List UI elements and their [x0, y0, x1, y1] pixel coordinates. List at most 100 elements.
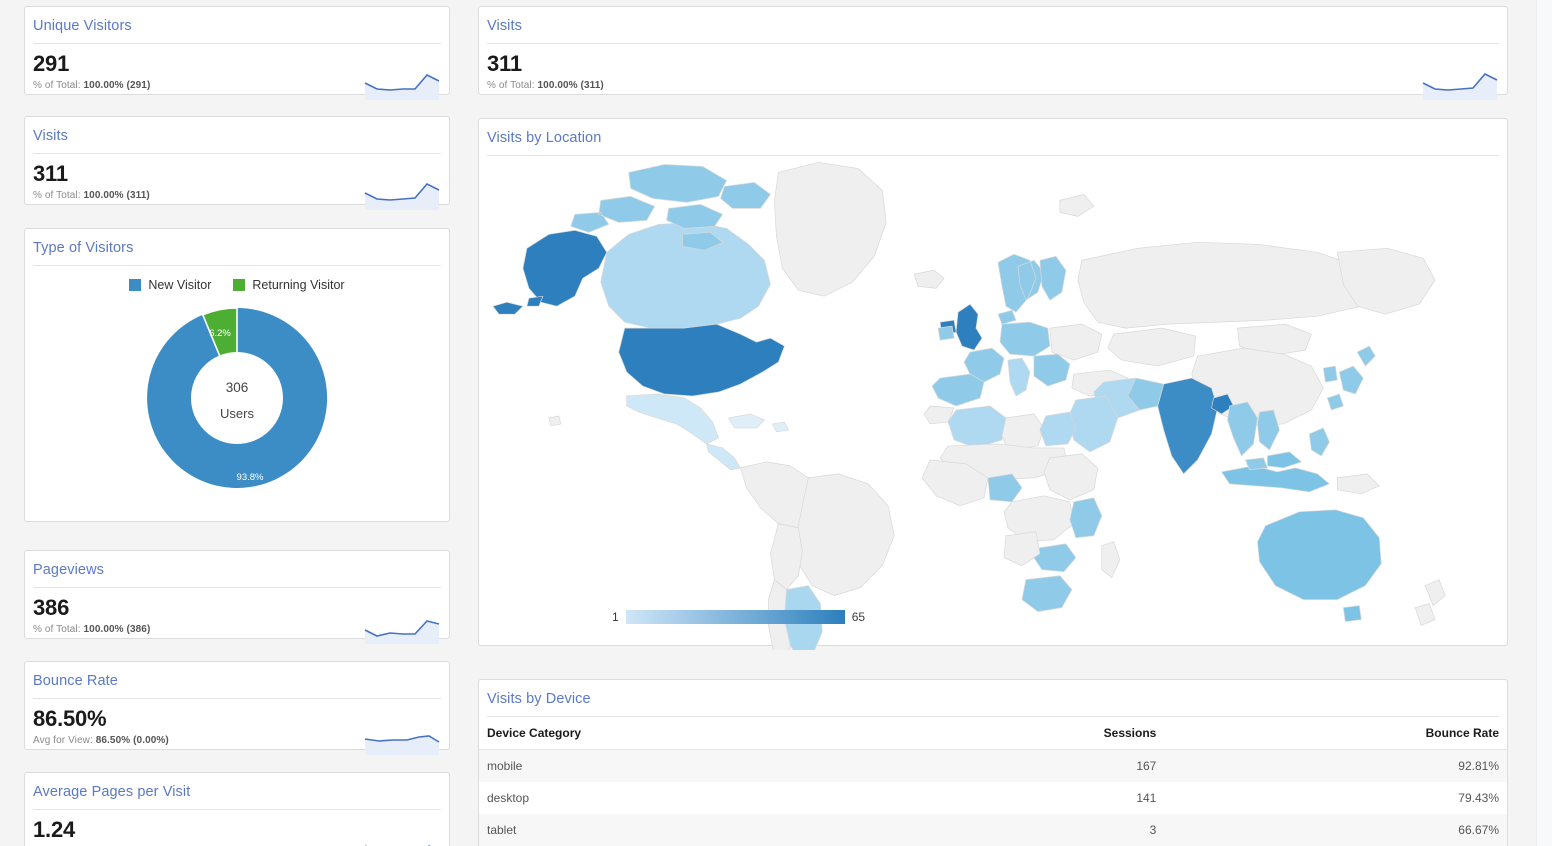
scorecard-visits-left: Visits 311 % of Total: 100.00% (311) — [24, 116, 450, 205]
map-region-egypt[interactable] — [1040, 412, 1076, 446]
map-region-italy[interactable] — [1008, 358, 1030, 396]
map-region-indonesia[interactable] — [1222, 452, 1330, 492]
table-row[interactable]: mobile 167 92.81% — [479, 750, 1507, 783]
map-region-alaska[interactable] — [523, 230, 607, 306]
dashboard-page: Unique Visitors 291 % of Total: 100.00% … — [0, 0, 1552, 846]
card-title: Unique Visitors — [25, 7, 449, 43]
card-title: Visits — [25, 117, 449, 153]
cell-sessions: 141 — [901, 782, 1164, 814]
map-region-germany-poland[interactable] — [1000, 322, 1050, 356]
scorecard-unique-visitors: Unique Visitors 291 % of Total: 100.00% … — [24, 6, 450, 95]
map-region-sudan-ethiopia[interactable] — [1044, 454, 1098, 500]
card-title: Bounce Rate — [25, 662, 449, 698]
cell-sessions: 3 — [901, 814, 1164, 846]
legend-min-value: 1 — [612, 610, 619, 624]
map-region-united-states[interactable] — [619, 324, 785, 396]
scorecard-subtext: % of Total: 100.00% (311) — [487, 80, 1499, 91]
map-region-finland[interactable] — [1040, 256, 1066, 300]
divider — [33, 265, 441, 266]
map-region-greenland[interactable] — [774, 162, 886, 296]
map-region-svalbard[interactable] — [1060, 194, 1094, 216]
map-region-caribbean[interactable] — [729, 414, 789, 432]
map-region-papua-new-guinea[interactable] — [1337, 474, 1379, 494]
donut-hole — [191, 352, 283, 444]
donut-center-label: Users — [220, 406, 254, 421]
column-header-sessions[interactable]: Sessions — [901, 717, 1164, 750]
scorecard-body: 291 % of Total: 100.00% (291) — [25, 44, 449, 106]
map-region-malaysia[interactable] — [1246, 458, 1268, 470]
map-region-arabia[interactable] — [1068, 396, 1118, 452]
cell-bounce-rate: 79.43% — [1164, 782, 1507, 814]
cell-bounce-rate: 66.67% — [1164, 814, 1507, 846]
map-color-legend: 1 65 — [612, 610, 865, 624]
card-title: Visits — [479, 7, 1507, 43]
map-region-hawaii[interactable] — [549, 416, 561, 426]
map-region-kenya-tanzania[interactable] — [1070, 498, 1102, 538]
column-header-bounce-rate[interactable]: Bounce Rate — [1164, 717, 1507, 750]
legend-item-new-visitor[interactable]: New Visitor — [129, 278, 211, 292]
map-region-india[interactable] — [1158, 378, 1218, 474]
legend-max-value: 65 — [852, 610, 865, 624]
map-region-tasmania[interactable] — [1343, 606, 1361, 622]
donut-label-new: 93.8% — [237, 472, 264, 483]
map-region-zambia-zimbabwe[interactable] — [1034, 544, 1076, 572]
legend-swatch-icon — [233, 279, 245, 291]
sparkline-chart — [363, 70, 441, 100]
map-region-denmark[interactable] — [998, 310, 1016, 324]
sparkline-chart — [363, 614, 441, 644]
card-title: Average Pages per Visit — [25, 773, 449, 809]
scorecard-body: 86.50% Avg for View: 86.50% (0.00%) — [25, 699, 449, 761]
card-visits-by-device: Visits by Device Device Category Session… — [478, 679, 1508, 846]
map-region-south-africa[interactable] — [1022, 576, 1072, 612]
legend-swatch-icon — [129, 279, 141, 291]
map-region-australia[interactable] — [1257, 510, 1381, 600]
donut-svg: 306 Users 6.2% 93.8% — [139, 300, 335, 496]
map-region-kazakhstan[interactable] — [1108, 328, 1196, 366]
table-row[interactable]: desktop 141 79.43% — [479, 782, 1507, 814]
map-region-iceland[interactable] — [914, 270, 944, 288]
map-region-new-zealand[interactable] — [1415, 580, 1445, 626]
map-region-balkans[interactable] — [1034, 354, 1070, 386]
card-title: Visits by Device — [479, 680, 1507, 716]
table-body: mobile 167 92.81% desktop 141 79.43% tab… — [479, 750, 1507, 846]
cell-sessions: 167 — [901, 750, 1164, 783]
scorecard-body: 1.24 Avg for View: 1.24 (0.00%) — [25, 810, 449, 846]
map-region-korea[interactable] — [1323, 366, 1337, 382]
scorecard-bounce-rate: Bounce Rate 86.50% Avg for View: 86.50% … — [24, 661, 450, 750]
page-scrollbar[interactable] — [1536, 0, 1552, 846]
cell-device-category: tablet — [479, 814, 901, 846]
choropleth-map-svg[interactable] — [479, 156, 1507, 650]
sparkline-chart — [1421, 70, 1499, 100]
column-header-device-category[interactable]: Device Category — [479, 717, 901, 750]
map-region-ireland[interactable] — [938, 326, 954, 340]
card-type-of-visitors: Type of Visitors New Visitor Returning V… — [24, 228, 450, 522]
table-row[interactable]: tablet 3 66.67% — [479, 814, 1507, 846]
map-region-mexico[interactable] — [627, 394, 719, 444]
map-region-aleutians[interactable] — [493, 296, 543, 314]
scorecard-body: 311 % of Total: 100.00% (311) — [25, 154, 449, 216]
map-region-libya[interactable] — [1002, 414, 1044, 450]
legend-item-returning-visitor[interactable]: Returning Visitor — [233, 278, 344, 292]
world-map[interactable]: 1 65 — [479, 156, 1507, 650]
map-region-north-africa-algeria[interactable] — [948, 406, 1006, 448]
legend-label: Returning Visitor — [252, 278, 344, 292]
card-title: Pageviews — [25, 551, 449, 587]
map-region-brazil[interactable] — [796, 474, 894, 596]
device-table: Device Category Sessions Bounce Rate mob… — [479, 717, 1507, 846]
table-header-row: Device Category Sessions Bounce Rate — [479, 717, 1507, 750]
map-region-central-america[interactable] — [707, 444, 741, 470]
card-title: Type of Visitors — [25, 229, 449, 265]
scorecard-value: 311 — [487, 52, 1499, 75]
map-region-spain-portugal[interactable] — [932, 374, 984, 406]
donut-center-value: 306 — [226, 380, 249, 395]
map-region-russia[interactable] — [1078, 242, 1377, 328]
legend-gradient-bar — [626, 610, 845, 624]
donut-chart[interactable]: 306 Users 6.2% 93.8% — [25, 300, 449, 496]
sparkline-chart — [363, 180, 441, 210]
map-region-peru-bolivia[interactable] — [770, 524, 802, 590]
sparkline-chart — [363, 836, 441, 846]
map-region-philippines[interactable] — [1309, 428, 1329, 456]
map-region-madagascar[interactable] — [1102, 542, 1120, 578]
map-region-angola[interactable] — [1004, 532, 1040, 566]
map-region-norway-sweden[interactable] — [998, 254, 1044, 312]
